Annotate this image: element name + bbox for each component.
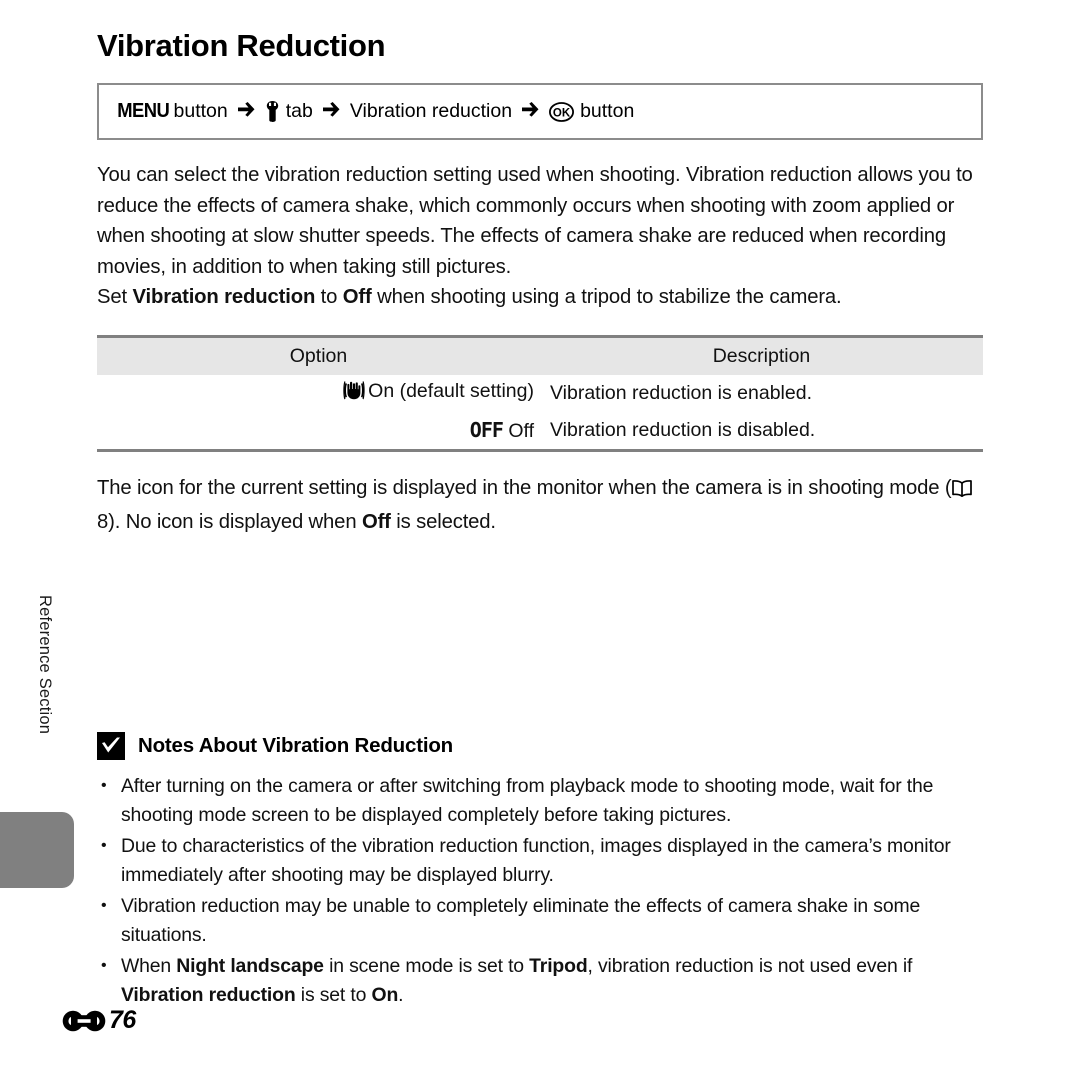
note-bold-term: Tripod — [529, 955, 588, 978]
note-bold-term: Night landscape — [176, 955, 324, 978]
description-cell-on: Vibration reduction is enabled. — [550, 381, 812, 404]
after-table-tail: is selected. — [390, 510, 496, 533]
table-bottom-rule — [97, 448, 983, 452]
tripod-suffix: when shooting using a tripod to stabiliz… — [371, 286, 842, 309]
tripod-paragraph: Set Vibration reduction to Off when shoo… — [97, 282, 983, 313]
vibration-hand-icon — [343, 381, 365, 406]
options-table: Option Description On (default setting) — [97, 334, 983, 452]
side-tab-marker-block — [0, 812, 74, 888]
note-bold-term: On — [371, 984, 399, 1007]
table-header-row: Option Description — [97, 337, 983, 375]
wrench-icon — [264, 101, 281, 122]
tripod-bold-setting: Vibration reduction — [132, 286, 316, 309]
after-table-line1: The icon for the current setting is disp… — [97, 476, 884, 499]
table-row: OFF Off Vibration reduction is disabled. — [97, 412, 983, 449]
breadcrumb-setting-name: Vibration reduction — [349, 100, 513, 122]
note-text: in scene mode is set to — [323, 955, 530, 978]
off-glyph-icon: OFF — [469, 417, 504, 442]
checkmark-box-icon — [97, 732, 125, 761]
breadcrumb-word-button-2: button — [580, 100, 635, 122]
page-content: Vibration Reduction MENU button tab Vibr… — [97, 0, 983, 1012]
menu-button-label: MENU — [117, 100, 170, 122]
side-tab-label: Reference Section — [36, 595, 54, 735]
note-item: Vibration reduction may be unable to com… — [97, 891, 983, 950]
arrow-right-icon — [237, 102, 255, 121]
arrow-right-icon-2 — [322, 102, 340, 121]
option-cell-on: On (default setting) — [97, 375, 540, 412]
tripod-middle: to — [315, 286, 343, 309]
reference-section-side-tab: Reference Section — [0, 0, 80, 888]
reference-section-glyph-icon — [62, 1008, 108, 1034]
ok-button-icon: OK — [549, 101, 575, 122]
navigation-path-box: MENU button tab Vibration reduction OK b… — [97, 83, 983, 140]
page-footer: 76 — [62, 1006, 136, 1035]
notes-list: After turning on the camera or after swi… — [97, 771, 983, 1010]
breadcrumb-word-button-1: button — [173, 100, 228, 122]
note-item: When Night landscape in scene mode is se… — [97, 951, 983, 1010]
note-item: After turning on the camera or after swi… — [97, 771, 983, 830]
notes-header: Notes About Vibration Reduction — [97, 732, 983, 761]
breadcrumb-word-tab: tab — [285, 100, 313, 122]
note-text: Vibration reduction may be unable to com… — [121, 895, 921, 947]
note-item: Due to characteristics of the vibration … — [97, 831, 983, 890]
note-text: When — [121, 955, 177, 978]
note-bold-term: Vibration reduction — [121, 984, 296, 1007]
option-cell-off: OFF Off — [97, 412, 540, 449]
tripod-prefix: Set — [97, 286, 133, 309]
arrow-right-icon-3 — [522, 102, 539, 121]
page-number: 76 — [109, 1006, 136, 1034]
note-text: Due to characteristics of the vibration … — [121, 835, 951, 887]
column-header-option: Option — [97, 337, 540, 375]
note-text: . — [398, 984, 404, 1007]
table-row: On (default setting) Vibration reduction… — [97, 375, 983, 412]
intro-paragraph: You can select the vibration reduction s… — [97, 164, 973, 278]
notes-title: Notes About Vibration Reduction — [138, 734, 453, 758]
column-header-description: Description — [540, 337, 983, 375]
after-table-paragraph: The icon for the current setting is disp… — [97, 473, 983, 537]
after-table-bold-off: Off — [361, 510, 391, 533]
svg-text:OK: OK — [553, 107, 571, 119]
description-cell-off: Vibration reduction is disabled. — [550, 418, 816, 441]
option-label-off: Off — [508, 419, 534, 442]
tripod-bold-off: Off — [342, 286, 372, 309]
breadcrumb: MENU button tab Vibration reduction OK b… — [99, 100, 636, 123]
after-table-page-ref: 8). No icon is displayed when — [97, 510, 362, 533]
notes-section: Notes About Vibration Reduction After tu… — [97, 732, 983, 1010]
note-text: After turning on the camera or after swi… — [121, 775, 934, 827]
note-text: is set to — [295, 984, 372, 1007]
page-title: Vibration Reduction — [97, 28, 386, 63]
after-table-mode-word: mode ( — [889, 476, 952, 499]
option-label-on: On (default setting) — [368, 380, 534, 403]
book-icon — [951, 476, 972, 507]
note-text: , vibration reduction is not used even i… — [587, 955, 913, 978]
